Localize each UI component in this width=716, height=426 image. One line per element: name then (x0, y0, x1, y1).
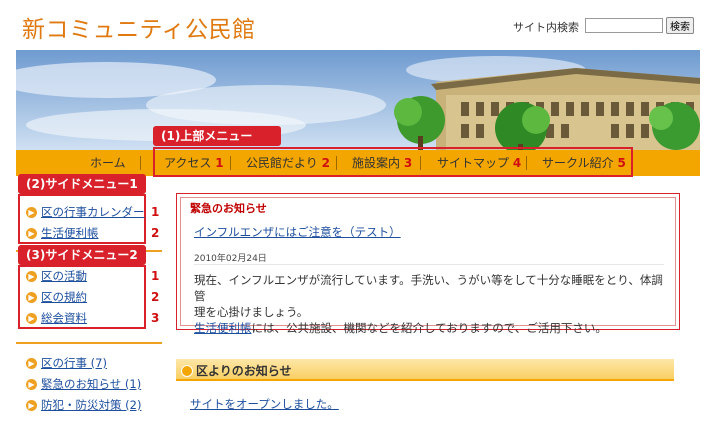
side-menu2-number: 1 (151, 269, 160, 283)
emergency-notice-divider (194, 264, 664, 265)
arrow-bullet-icon: ▶ (26, 379, 37, 390)
side-menu-link[interactable]: 区の規約 (41, 290, 87, 304)
side-category-safety[interactable]: ▶ 防犯・防災対策 (2) (26, 396, 141, 414)
arrow-bullet-icon: ▶ (26, 207, 37, 218)
search-label: サイト内検索 (513, 21, 579, 34)
handbook-link[interactable]: 生活便利帳 (194, 321, 252, 335)
emergency-body-line: には、公共施設、機関などを紹介しておりますので、ご活用下さい。 (251, 321, 607, 335)
side-menu-link[interactable]: 区の行事カレンダー (41, 205, 145, 219)
side-category-link[interactable]: 緊急のお知らせ (1) (41, 377, 141, 391)
side-menu2-number: 2 (151, 290, 160, 304)
arrow-bullet-icon: ▶ (26, 292, 37, 303)
side-menu-link[interactable]: 総会資料 (41, 311, 87, 325)
site-title[interactable]: 新コミュニティ公民館 (22, 10, 256, 44)
top-menu-annotation-label: (1)上部メニュー (153, 126, 281, 146)
emergency-notice-date: 2010年02月24日 (194, 254, 267, 264)
top-menu-annotation-box (153, 147, 633, 177)
ward-news-section-title: 区よりのお知らせ (196, 364, 292, 378)
side-menu2-annotation-label: (3)サイドメニュー2 (18, 245, 146, 265)
side-menu1-item-calendar[interactable]: ▶ 区の行事カレンダー (26, 203, 145, 221)
nav-separator (140, 156, 141, 170)
emergency-notice-link[interactable]: インフルエンザにはご注意を（テスト） (194, 224, 401, 240)
banner-illustration (16, 50, 700, 150)
arrow-bullet-icon: ▶ (26, 271, 37, 282)
circle-bullet-icon (181, 365, 193, 377)
header-banner-image (16, 50, 700, 150)
side-menu2-item-rules[interactable]: ▶ 区の規約 (26, 288, 87, 306)
side-category-events[interactable]: ▶ 区の行事 (7) (26, 354, 107, 372)
emergency-body-line: 理を心掛けましょう。 (194, 305, 309, 319)
side-divider (16, 342, 162, 344)
side-category-link[interactable]: 区の行事 (7) (41, 356, 107, 370)
arrow-bullet-icon: ▶ (26, 228, 37, 239)
nav-home[interactable]: ホーム (90, 150, 126, 176)
emergency-body-line: 現在、インフルエンザが流行しています。手洗い、うがい等をして十分な睡眠をとり、体… (194, 273, 663, 303)
emergency-notice-body: 現在、インフルエンザが流行しています。手洗い、うがい等をして十分な睡眠をとり、体… (194, 272, 672, 336)
arrow-bullet-icon: ▶ (26, 358, 37, 369)
side-menu2-number: 3 (151, 311, 160, 325)
search-button[interactable]: 検索 (666, 17, 694, 34)
side-menu1-item-handbook[interactable]: ▶ 生活便利帳 (26, 224, 99, 242)
side-category-link[interactable]: 防犯・防災対策 (2) (41, 398, 141, 412)
emergency-notice-title: 緊急のお知らせ (190, 202, 267, 215)
side-menu1-annotation-label: (2)サイドメニュー1 (18, 174, 146, 194)
side-menu2-item-documents[interactable]: ▶ 総会資料 (26, 309, 87, 327)
side-menu2-item-activities[interactable]: ▶ 区の活動 (26, 267, 87, 285)
search-input[interactable] (585, 18, 663, 33)
side-menu1-number: 1 (151, 205, 160, 219)
side-menu-link[interactable]: 生活便利帳 (41, 226, 99, 240)
side-menu-link[interactable]: 区の活動 (41, 269, 87, 283)
side-menu1-number: 2 (151, 226, 160, 240)
arrow-bullet-icon: ▶ (26, 313, 37, 324)
ward-news-link[interactable]: サイトをオープンしました。 (190, 396, 339, 412)
side-category-emergency[interactable]: ▶ 緊急のお知らせ (1) (26, 375, 141, 393)
arrow-bullet-icon: ▶ (26, 400, 37, 411)
